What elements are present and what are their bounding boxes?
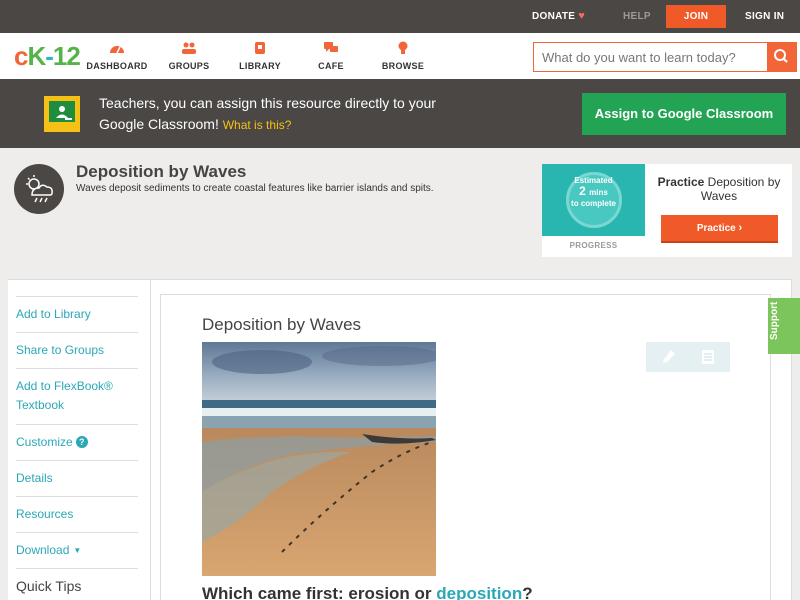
quick-tips-label: Quick Tips [16, 578, 82, 594]
question-text: Which came first: erosion or [202, 584, 437, 600]
nav-dashboard[interactable]: DASHBOARD [77, 41, 157, 71]
notes-icon[interactable] [701, 349, 715, 365]
nav-library[interactable]: LIBRARY [220, 41, 300, 71]
nav-cafe[interactable]: CAFE [291, 41, 371, 71]
pencil-icon[interactable] [662, 349, 676, 365]
nav-browse-label: BROWSE [381, 61, 425, 71]
practice-button-label: Practice [696, 223, 736, 234]
progress-label: PROGRESS [569, 241, 618, 250]
share-to-groups-link[interactable]: Share to Groups [16, 332, 138, 368]
sidebar: Add to Library Share to Groups Add to Fl… [8, 280, 151, 600]
what-is-this-link[interactable]: What is this? [223, 118, 292, 132]
details-link[interactable]: Details [16, 460, 138, 496]
search-icon [774, 49, 788, 63]
logo-k: K [27, 41, 46, 71]
resources-label: Resources [16, 507, 74, 521]
beach-photo [202, 342, 436, 576]
practice-title-bold: Practice [657, 175, 705, 189]
practice-card: Estimated 2 mins to complete PROGRESS Pr… [542, 164, 792, 257]
practice-button[interactable]: Practice › [661, 215, 778, 243]
resources-link[interactable]: Resources [16, 496, 138, 532]
beach-photo-image [202, 342, 436, 576]
concept-description: Waves deposit sediments to create coasta… [76, 183, 434, 194]
support-tab[interactable]: Support [768, 298, 800, 354]
share-to-groups-label: Share to Groups [16, 343, 105, 357]
groups-icon [182, 42, 196, 54]
caret-down-icon: ▼ [73, 546, 82, 555]
add-to-library-label: Add to Library [16, 307, 91, 321]
question-mark: ? [522, 584, 533, 600]
nav-cafe-label: CAFE [318, 61, 344, 71]
lesson-title: Deposition by Waves [202, 315, 362, 334]
logo-12: 12 [52, 41, 81, 71]
estimated-label: Estimated [574, 176, 613, 185]
estimated-time-badge: Estimated 2 mins to complete [542, 164, 645, 236]
help-link[interactable]: HELP [623, 0, 651, 33]
concept-title: Deposition by Waves [76, 162, 247, 181]
to-complete-label: to complete [571, 199, 616, 208]
download-label: Download [16, 543, 70, 557]
estimated-mins-unit: mins [589, 188, 608, 197]
deposition-link[interactable]: deposition [436, 584, 522, 600]
customize-link[interactable]: Customize? [16, 424, 138, 460]
google-classroom-icon [44, 96, 80, 132]
sign-in-link[interactable]: SIGN IN [745, 0, 784, 33]
nav-browse[interactable]: BROWSE [363, 41, 443, 71]
estimated-time: Estimated 2 mins to complete [542, 176, 645, 208]
cafe-icon [324, 42, 338, 52]
download-link[interactable]: Download ▼ [16, 532, 138, 568]
help-icon[interactable]: ? [75, 436, 88, 448]
donate-link[interactable]: DONATE ♥ [532, 0, 585, 33]
browse-icon [398, 41, 408, 54]
join-button[interactable]: JOIN [666, 5, 726, 28]
practice-title: Practice Deposition by Waves [652, 175, 786, 203]
logo-c: c [14, 41, 29, 71]
library-icon [255, 42, 265, 54]
search-box [533, 42, 797, 72]
practice-title-rest: Deposition by Waves [700, 175, 781, 203]
cloud-sun-rain-glyph [26, 175, 53, 203]
donate-label: DONATE [532, 11, 576, 22]
classroom-message: Teachers, you can assign this resource d… [99, 93, 469, 136]
nav-library-label: LIBRARY [239, 61, 281, 71]
search-button[interactable] [767, 43, 796, 71]
logo-dash: - [45, 41, 54, 71]
assign-google-classroom-button[interactable]: Assign to Google Classroom [582, 93, 786, 135]
customize-label: Customize [16, 435, 73, 449]
estimated-mins-value: 2 [579, 184, 586, 198]
main-nav: cK-12 DASHBOARD GROUPS LIBRARY CAFE BROW… [0, 33, 800, 79]
nav-groups-label: GROUPS [168, 61, 210, 71]
weather-icon [14, 164, 64, 214]
add-to-flexbook-label: Add to FlexBook® Textbook [16, 379, 113, 412]
nav-dashboard-label: DASHBOARD [86, 61, 148, 71]
nav-groups[interactable]: GROUPS [149, 41, 229, 71]
quick-tips-link[interactable]: Quick Tips [16, 568, 138, 600]
chevron-right-icon: › [738, 222, 743, 234]
content-tools [646, 342, 730, 372]
estimated-value: 2 mins [542, 185, 645, 199]
lesson-question: Which came first: erosion or deposition? [202, 584, 533, 600]
support-label: Support [769, 301, 780, 340]
add-to-library-link[interactable]: Add to Library [16, 296, 138, 332]
classroom-person-glyph [56, 106, 72, 120]
add-to-flexbook-link[interactable]: Add to FlexBook® Textbook [16, 368, 138, 424]
top-utility-bar: DONATE ♥ HELP JOIN SIGN IN [0, 0, 800, 33]
ck12-logo[interactable]: cK-12 [14, 41, 81, 71]
classroom-board [49, 101, 75, 122]
details-label: Details [16, 471, 53, 485]
heart-icon: ♥ [578, 10, 586, 22]
search-input[interactable] [534, 43, 768, 71]
dashboard-icon [110, 46, 124, 54]
